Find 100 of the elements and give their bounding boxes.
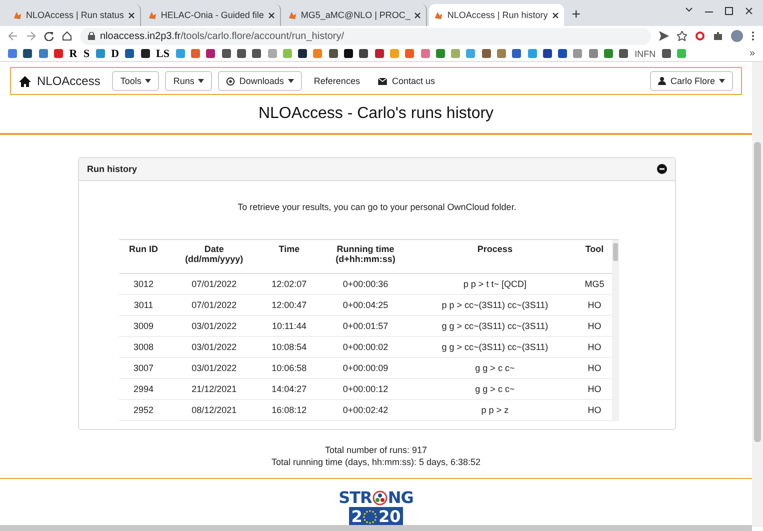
bookmark-icon[interactable]	[374, 49, 384, 58]
reload-icon[interactable]	[44, 31, 54, 41]
table-cell: 3007	[119, 357, 168, 378]
browser-tab[interactable]: NLOAccess | Run status	[8, 4, 141, 26]
address-field[interactable]: nloaccess.in2p3.fr/tools/carlo.flore/account/run_history/	[80, 28, 651, 44]
column-header: Time	[260, 240, 318, 273]
table-cell: 03/01/2022	[168, 315, 260, 336]
table-cell: 0+00:00:02	[318, 336, 413, 357]
table-cell: 07/01/2022	[168, 273, 260, 294]
table-cell: 0+00:00:36	[318, 273, 413, 294]
horizontal-scrollbar[interactable]	[0, 525, 752, 531]
bookmark-icon[interactable]	[344, 49, 354, 58]
chevron-icon[interactable]	[685, 6, 693, 12]
avatar-icon[interactable]	[731, 30, 743, 42]
table-cell: 3012	[119, 273, 168, 294]
table-cell: 21/12/2021	[168, 378, 260, 399]
bookmark-link[interactable]: S	[83, 48, 90, 60]
bookmark-icon[interactable]	[542, 49, 552, 58]
column-header: Process	[412, 240, 577, 273]
collapse-icon[interactable]	[657, 164, 667, 174]
bookmark-icon[interactable]	[328, 49, 338, 58]
scrollbar[interactable]	[612, 240, 619, 420]
bookmark-icon[interactable]	[140, 49, 150, 58]
table-cell: g g > cc~(3S11) cc~(3S11)	[412, 336, 577, 357]
table-cell: 0+00:01:57	[318, 315, 413, 336]
bookmark-icon[interactable]	[298, 49, 308, 58]
ring-icon[interactable]	[695, 31, 705, 41]
summary-text: Total number of runs: 917	[324, 444, 428, 456]
nav-link[interactable]: References	[308, 72, 366, 90]
download-icon	[226, 76, 236, 86]
bookmark-link[interactable]: R	[69, 48, 78, 60]
column-header: Date (dd/mm/yyyy)	[168, 240, 260, 273]
caret-icon	[198, 79, 204, 83]
page-title: NLOAccess - Carlo's runs history	[257, 105, 495, 123]
table-cell: 03/01/2022	[168, 336, 260, 357]
scrollbar[interactable]	[752, 62, 763, 527]
bookmark-icon[interactable]	[222, 49, 231, 58]
close-tab-icon[interactable]	[268, 12, 275, 18]
caret-icon	[288, 79, 294, 83]
send-icon[interactable]	[659, 31, 669, 41]
user-icon	[658, 77, 666, 85]
table-cell: 0+00:02:42	[318, 399, 413, 420]
back-icon[interactable]	[8, 31, 18, 41]
forward-icon[interactable]	[26, 31, 36, 41]
bookmark-link[interactable]: D	[111, 48, 120, 60]
lock-icon	[88, 32, 95, 40]
new-tab-button[interactable]: +	[566, 6, 587, 26]
bookmark-icon[interactable]	[23, 49, 32, 58]
table-cell: 07/01/2022	[168, 294, 260, 315]
caret-icon	[719, 79, 725, 83]
table-cell: 2994	[119, 378, 168, 399]
bookmark-link[interactable]: INFN	[634, 48, 656, 58]
more-bookmarks-button[interactable]: »	[749, 48, 755, 59]
table-cell: p p > t t~ [QCD]	[412, 273, 577, 294]
table-cell: p p > z	[412, 399, 577, 420]
table-cell: 0+00:04:25	[318, 294, 413, 315]
close-icon[interactable]	[745, 6, 753, 14]
bookmark-icon[interactable]	[359, 49, 368, 58]
bookmark-icon[interactable]	[236, 49, 246, 58]
close-tab-icon[interactable]	[128, 12, 135, 18]
dropdown-button[interactable]: Downloads	[218, 71, 302, 91]
menu-icon[interactable]	[751, 31, 755, 41]
caret-icon	[145, 79, 152, 83]
table-cell: 3011	[119, 294, 168, 315]
dropdown-button[interactable]: Tools	[112, 71, 160, 91]
bookmark-icon[interactable]	[662, 49, 671, 58]
column-header: Running time (d+hh:mm:ss)	[318, 240, 413, 273]
browser-tab[interactable]: HELAC-Onia - Guided file	[142, 4, 281, 26]
table-cell: 0+00:00:09	[318, 357, 413, 378]
close-tab-icon[interactable]	[552, 12, 559, 18]
table-cell: g g > c c~	[412, 357, 577, 378]
close-tab-icon[interactable]	[414, 12, 422, 18]
bookmark-icon[interactable]	[206, 49, 216, 58]
browser-tab[interactable]: MG5_aMC@NLO | PROC_	[282, 4, 428, 26]
home-icon[interactable]	[62, 31, 72, 41]
bookmark-icon[interactable]	[252, 49, 262, 58]
info-text: To retrieve your results, you can go to your personal OwnCloud folder.	[236, 202, 518, 212]
table-cell: 10:11:44	[260, 315, 318, 336]
nav-link[interactable]: Contact us	[372, 72, 441, 90]
table-cell: p p > cc~(3S11) cc~(3S11)	[412, 294, 577, 315]
brand-link[interactable]: NLOAccess	[19, 74, 100, 88]
envelope-icon	[378, 78, 387, 84]
column-header: Run ID	[119, 240, 168, 273]
table-cell: 14:04:27	[260, 378, 318, 399]
browser-tab[interactable]: NLOAccess | Run history	[429, 4, 564, 26]
bookmark-icon[interactable]	[558, 49, 568, 58]
dropdown-button[interactable]: Runs	[165, 71, 212, 91]
user-menu-button[interactable]: Carlo Flore	[650, 71, 733, 91]
table-cell: 12:00:47	[260, 294, 318, 315]
table-cell: 03/01/2022	[168, 357, 260, 378]
maximize-icon[interactable]	[725, 6, 733, 14]
bookmark-link[interactable]: LS	[156, 48, 170, 60]
home-icon	[19, 76, 31, 86]
bookmark-icon[interactable]	[619, 49, 628, 58]
summary-text: Total running time (days, hh:mm:ss): 5 days, 6:38:52	[270, 456, 482, 468]
star-icon[interactable]	[677, 31, 687, 41]
table-cell: 0+00:00:12	[318, 378, 413, 399]
bookmark-icon[interactable]	[125, 49, 134, 58]
table-cell: 12:02:07	[260, 273, 318, 294]
table-cell: g g > cc~(3S11) cc~(3S11)	[412, 315, 577, 336]
